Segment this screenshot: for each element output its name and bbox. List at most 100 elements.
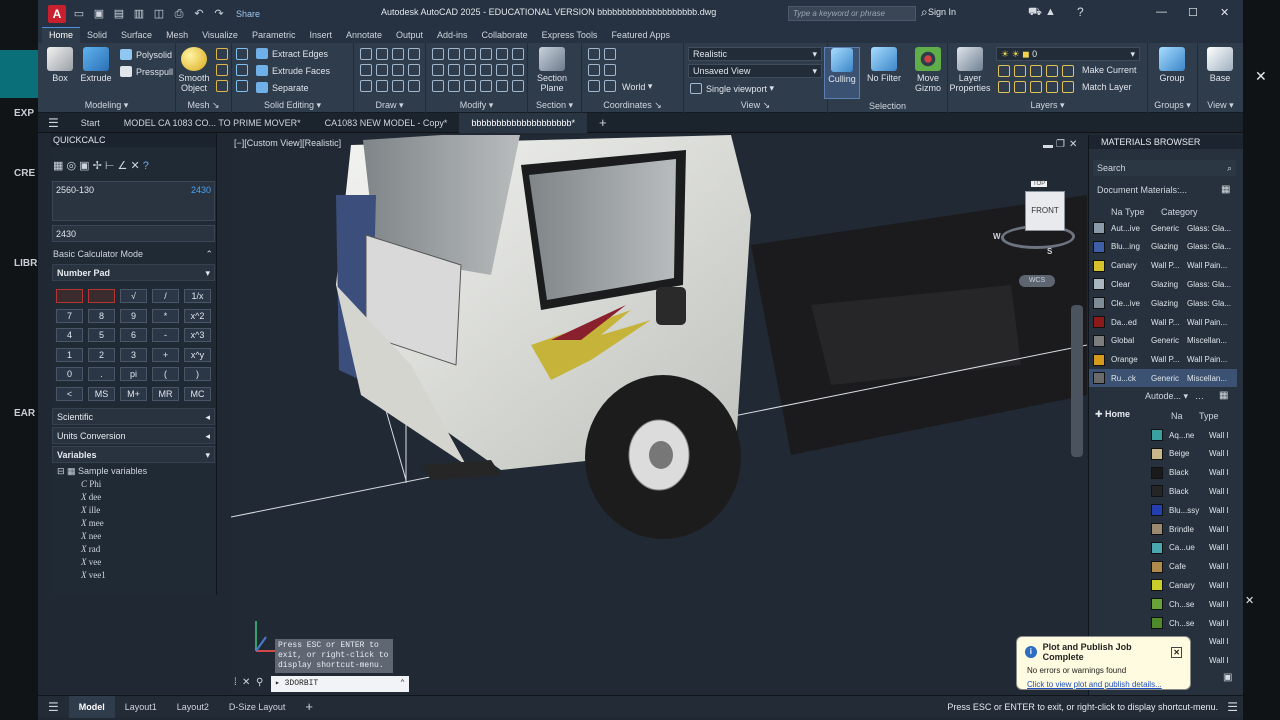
menu-icon[interactable]: ☰ [38, 696, 69, 718]
clear-history-icon[interactable]: ◎ [66, 160, 76, 172]
library-material-row[interactable]: Blu...ssy Wall I [1151, 501, 1239, 519]
variable-item[interactable]: X nee [81, 531, 101, 541]
layer-tool-icon[interactable] [1030, 81, 1042, 93]
material-row[interactable]: Global Generic Miscellan... [1089, 332, 1237, 350]
material-row[interactable]: Blu...ing Glazing Glass: Gla... [1089, 238, 1237, 256]
tab-surface[interactable]: Surface [114, 28, 159, 43]
ucs-origin-icon[interactable] [588, 64, 600, 76]
variable-item[interactable]: X vee [81, 557, 101, 567]
save-as-icon[interactable]: ▥ [132, 7, 146, 21]
variables-header[interactable]: Variables ▾ [52, 446, 215, 463]
layer-tool-icon[interactable] [1046, 81, 1058, 93]
culling-button[interactable]: Culling [824, 47, 860, 99]
numpad-key[interactable]: MS [88, 386, 115, 401]
library-material-row[interactable]: Ch...se Wall I [1151, 614, 1239, 632]
mesh-tool-icon[interactable] [216, 48, 228, 60]
viewport-config-button[interactable]: Single viewport ▾ [690, 83, 774, 94]
numpad-key[interactable]: √ [120, 289, 147, 303]
tab-output[interactable]: Output [389, 28, 430, 43]
numpad-key[interactable]: + [152, 347, 179, 362]
layer-tool-icon[interactable] [1062, 65, 1074, 77]
numpad-key[interactable]: * [152, 308, 179, 323]
viewport-label[interactable]: [−][Custom View][Realistic] [234, 138, 341, 148]
hatch-icon[interactable] [408, 80, 420, 92]
header-name[interactable]: Na [1151, 411, 1191, 421]
plot-publish-notification[interactable]: i Plot and Publish Job Complete ✕ No err… [1016, 636, 1191, 690]
panel-title-view[interactable]: View ↘ [684, 100, 827, 111]
close-command-line-icon[interactable]: ✕ [242, 677, 250, 688]
break-icon[interactable] [512, 80, 524, 92]
panel-title-selection[interactable]: Selection [828, 101, 947, 111]
keyword-search-input[interactable]: Type a keyword or phrase [788, 6, 916, 21]
numpad-key[interactable]: 8 [88, 308, 115, 323]
panel-title-solid-editing[interactable]: Solid Editing ▾ [232, 100, 353, 111]
ucs-world-icon[interactable] [604, 48, 616, 60]
construction-line-icon[interactable] [376, 64, 388, 76]
ucs-face-icon[interactable] [604, 80, 616, 92]
library-material-row[interactable]: Black Wall I [1151, 482, 1239, 500]
tab-insert[interactable]: Insert [302, 28, 339, 43]
tab-solid[interactable]: Solid [80, 28, 114, 43]
panel-title-draw[interactable]: Draw ▾ [354, 100, 425, 111]
new-file-icon[interactable]: ▭ [72, 7, 86, 21]
stretch-icon[interactable] [432, 64, 444, 76]
polyline-icon[interactable] [376, 48, 388, 60]
smooth-object-button[interactable]: Smooth Object [172, 47, 216, 93]
numpad-key[interactable] [88, 289, 115, 303]
ellipse-icon[interactable] [408, 64, 420, 76]
layer-tool-icon[interactable] [1046, 65, 1058, 77]
circle-icon[interactable] [392, 64, 404, 76]
distance-icon[interactable]: ⊢ [105, 160, 115, 172]
fillet-icon[interactable] [464, 64, 476, 76]
tab-layout1[interactable]: Layout1 [115, 696, 167, 718]
base-view-button[interactable]: Base [1198, 47, 1242, 83]
panel-title-layers[interactable]: Layers ▾ [948, 100, 1147, 111]
library-material-row[interactable]: Ch...se Wall I [1151, 595, 1239, 613]
line-icon[interactable] [360, 48, 372, 60]
tab-model-ca1083[interactable]: MODEL CA 1083 CO... TO PRIME MOVER* [112, 113, 313, 133]
material-row[interactable]: Canary Wall P... Wall Pain... [1089, 257, 1237, 275]
numpad-key[interactable]: x^2 [184, 308, 211, 323]
numpad-key[interactable]: MC [184, 386, 211, 401]
close-icon[interactable]: ✕ [1220, 6, 1229, 19]
library-view-icon[interactable]: ▦ [1219, 390, 1228, 401]
numpad-key[interactable]: . [88, 367, 115, 381]
numpad-key[interactable]: 3 [120, 347, 147, 362]
scientific-header[interactable]: Scientific ◂ [52, 408, 215, 425]
material-row[interactable]: Cle...ive Glazing Glass: Gla... [1089, 294, 1237, 312]
no-filter-button[interactable]: No Filter [862, 47, 906, 83]
minimize-icon[interactable]: — [1156, 6, 1167, 18]
library-combo[interactable]: Autode... ▾ [1145, 391, 1188, 402]
erase-icon[interactable] [432, 80, 444, 92]
panel-title-mesh[interactable]: Mesh ↘ [176, 100, 231, 111]
variable-item[interactable]: C Phi [81, 479, 101, 489]
rectangle-icon[interactable] [376, 80, 388, 92]
union-icon[interactable] [236, 48, 248, 60]
material-row[interactable]: Orange Wall P... Wall Pain... [1089, 351, 1237, 369]
clear-icon[interactable]: ▦ [53, 160, 63, 172]
viewport-close-icon[interactable]: ✕ [1069, 139, 1077, 150]
paste-icon[interactable]: ▣ [79, 160, 89, 172]
material-row[interactable]: Da...ed Wall P... Wall Pain... [1089, 313, 1237, 331]
get-coordinates-icon[interactable]: ✢ [93, 160, 102, 172]
command-line-input[interactable]: ▸ 3DORBIT ⌃ [271, 676, 409, 692]
new-tab-icon[interactable]: + [587, 113, 619, 133]
panel-title-groups[interactable]: Groups ▾ [1148, 100, 1197, 111]
numpad-key[interactable]: MR [152, 386, 179, 401]
library-material-row[interactable]: Canary Wall I [1151, 576, 1239, 594]
layer-tool-icon[interactable] [1014, 81, 1026, 93]
trim-icon[interactable] [512, 48, 524, 60]
layer-properties-button[interactable]: Layer Properties [948, 47, 992, 93]
arc-icon[interactable] [392, 48, 404, 60]
material-editor-icon[interactable]: ▣ [1223, 672, 1232, 683]
material-row[interactable]: Aut...ive Generic Glass: Gla... [1089, 219, 1237, 237]
menu-icon[interactable]: ☰ [38, 113, 69, 133]
autocad-logo-icon[interactable]: A [48, 4, 66, 23]
saved-view-combo[interactable]: Unsaved View ▾ [688, 64, 822, 78]
numpad-key[interactable]: 5 [88, 328, 115, 342]
variable-item[interactable]: X mee [81, 518, 104, 528]
variable-item[interactable]: X vee1 [81, 570, 106, 580]
close-icon[interactable]: ✕ [1255, 68, 1267, 85]
subtract-icon[interactable] [236, 64, 248, 76]
layer-tool-icon[interactable] [998, 81, 1010, 93]
